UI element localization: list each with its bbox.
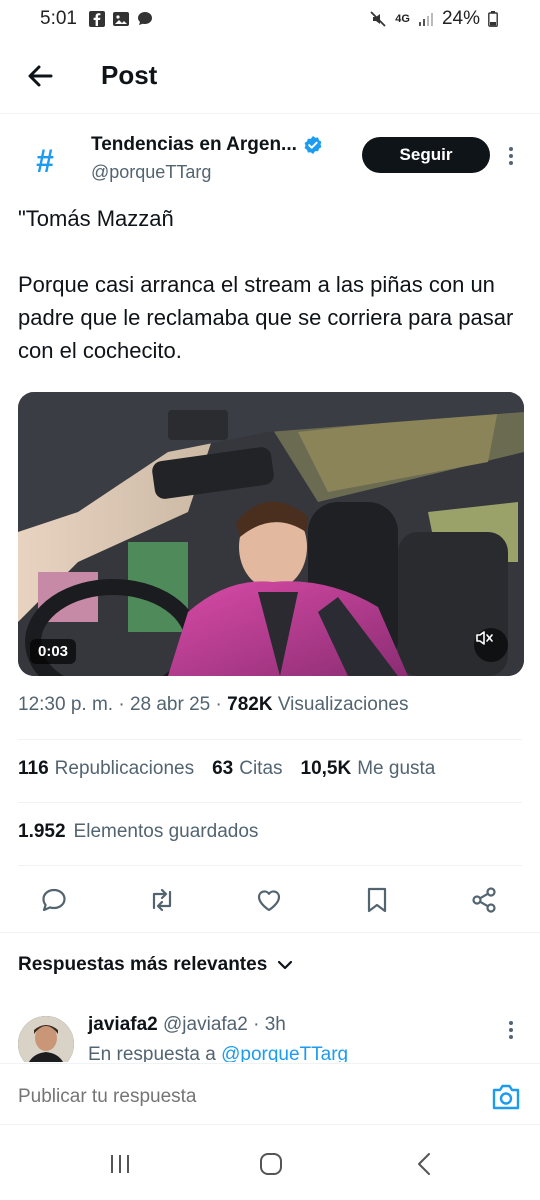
chat-bubble-icon bbox=[138, 12, 152, 25]
recent-apps-icon bbox=[111, 1155, 129, 1173]
replies-sort-dropdown[interactable]: Respuestas más relevantes bbox=[18, 954, 293, 976]
bookmarks-stat[interactable]: 1.952 Elementos guardados bbox=[18, 821, 258, 843]
page-title: Post bbox=[101, 60, 158, 90]
post-text: "Tomás Mazzañ Porque casi arranca el str… bbox=[18, 206, 514, 363]
heart-icon bbox=[257, 890, 281, 912]
reply-input[interactable] bbox=[18, 1086, 458, 1108]
mute-button[interactable] bbox=[474, 628, 508, 662]
views-count: 782K bbox=[227, 694, 273, 715]
signal-icon bbox=[418, 13, 433, 26]
repost-button[interactable] bbox=[146, 884, 178, 916]
bookmarks-label: Elementos guardados bbox=[73, 821, 259, 842]
repost-icon bbox=[152, 888, 172, 912]
video-duration: 0:03 bbox=[30, 639, 77, 664]
top-bar: Post bbox=[0, 40, 540, 114]
home-icon bbox=[260, 1153, 282, 1175]
status-bar: 5:01 4G 24% bbox=[0, 0, 540, 40]
system-navigation-bar bbox=[0, 1126, 540, 1200]
likes-stat[interactable]: 10,5K Me gusta bbox=[301, 758, 436, 780]
system-icons: 4G 24% bbox=[369, 8, 498, 30]
reply-header: javiafa2 @javiafa2 · 3h bbox=[88, 1014, 286, 1035]
divider bbox=[18, 865, 522, 866]
quotes-count: 63 bbox=[212, 758, 234, 779]
reply-context: En respuesta a @porqueTTarg bbox=[88, 1044, 348, 1062]
arrow-left-icon bbox=[28, 65, 53, 87]
speaker-muted-icon bbox=[476, 631, 493, 645]
hashtag-icon: # bbox=[36, 142, 54, 179]
post-author: # Tendencias en Argen... @porqueTTarg Se… bbox=[0, 128, 540, 188]
divider bbox=[18, 802, 522, 803]
chevron-left-icon bbox=[418, 1153, 430, 1175]
comment-icon bbox=[42, 888, 66, 912]
reply-avatar-image bbox=[18, 1016, 74, 1062]
back-nav-button[interactable] bbox=[404, 1148, 444, 1180]
quotes-stat[interactable]: 63 Citas bbox=[212, 758, 282, 780]
bookmark-button[interactable] bbox=[361, 884, 393, 916]
reply-button[interactable] bbox=[38, 884, 70, 916]
reply-time: 3h bbox=[264, 1014, 286, 1035]
post-meta: 12:30 p. m. · 28 abr 25 · 782K Visualiza… bbox=[18, 694, 409, 715]
divider bbox=[18, 739, 522, 740]
chevron-down-icon bbox=[278, 960, 293, 970]
verified-badge-icon bbox=[304, 136, 322, 154]
author-name-row: Tendencias en Argen... bbox=[91, 134, 323, 156]
bookmark-icon bbox=[367, 887, 387, 913]
author-name[interactable]: Tendencias en Argen... bbox=[91, 134, 297, 156]
follow-button[interactable]: Seguir bbox=[362, 137, 490, 173]
author-handle: @porqueTTarg bbox=[91, 162, 212, 182]
reply-item[interactable]: javiafa2 @javiafa2 · 3h En respuesta a @… bbox=[0, 1010, 540, 1062]
network-type: 4G bbox=[395, 13, 410, 25]
recent-apps-button[interactable] bbox=[100, 1148, 140, 1180]
reposts-count: 116 bbox=[18, 758, 49, 779]
reply-composer bbox=[0, 1063, 540, 1125]
gallery-icon bbox=[113, 12, 129, 26]
reply-author-handle: @javiafa2 bbox=[163, 1014, 248, 1035]
likes-label: Me gusta bbox=[357, 758, 436, 779]
like-button[interactable] bbox=[253, 884, 285, 916]
back-button[interactable] bbox=[22, 58, 58, 94]
reply-author-name[interactable]: javiafa2 bbox=[88, 1014, 158, 1035]
reposts-label: Republicaciones bbox=[54, 758, 195, 779]
post-time: 12:30 p. m. bbox=[18, 694, 114, 715]
section-divider bbox=[0, 932, 540, 933]
reply-to-handle[interactable]: @porqueTTarg bbox=[221, 1044, 348, 1062]
post-video[interactable]: 0:03 bbox=[18, 392, 524, 676]
camera-icon[interactable] bbox=[490, 1082, 522, 1112]
quotes-label: Citas bbox=[239, 758, 283, 779]
notification-icons bbox=[88, 10, 154, 28]
facebook-icon bbox=[89, 11, 105, 27]
reposts-stat[interactable]: 116 Republicaciones bbox=[18, 758, 194, 780]
mute-icon bbox=[370, 11, 386, 27]
engagement-stats: 116 Republicaciones 63 Citas 10,5K Me gusta bbox=[18, 758, 435, 780]
more-options-icon[interactable] bbox=[502, 144, 520, 168]
author-avatar[interactable]: # bbox=[18, 134, 72, 188]
more-options-icon[interactable] bbox=[502, 1018, 520, 1042]
video-frame bbox=[18, 392, 524, 676]
views-label: Visualizaciones bbox=[277, 694, 409, 715]
post-date: 28 abr 25 bbox=[129, 694, 211, 715]
battery-icon bbox=[488, 11, 498, 27]
status-time: 5:01 bbox=[40, 8, 77, 29]
reply-avatar[interactable] bbox=[18, 1016, 74, 1062]
battery-percent: 24% bbox=[441, 8, 480, 29]
post-actions bbox=[0, 880, 540, 920]
reply-to-prefix: En respuesta a bbox=[88, 1044, 216, 1062]
share-icon bbox=[472, 887, 496, 913]
likes-count: 10,5K bbox=[300, 758, 352, 779]
home-button[interactable] bbox=[251, 1148, 291, 1180]
share-button[interactable] bbox=[468, 884, 500, 916]
bookmarks-count: 1.952 bbox=[18, 821, 66, 842]
replies-sort-label: Respuestas más relevantes bbox=[18, 954, 268, 975]
